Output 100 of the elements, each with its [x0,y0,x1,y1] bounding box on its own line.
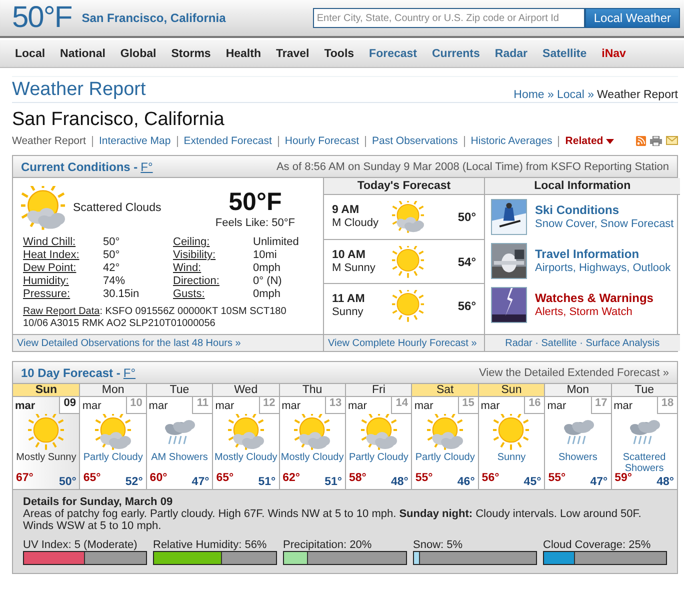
low-temperature: 47° [192,476,210,488]
info-link[interactable]: Snow Cover, [535,217,598,231]
date-number: 17 [590,397,611,414]
nav-link[interactable]: Global [120,48,156,60]
subnav-link[interactable]: Interactive Map [92,136,177,146]
sun-icon [392,246,424,278]
nav-link[interactable]: National [60,48,106,60]
weekday-label: Tue [146,384,212,397]
rss-icon[interactable] [636,136,646,146]
day-card[interactable]: Tue mar 18 Scattered Showers 59° 48° [610,384,677,490]
nav-link[interactable]: Storms [171,48,211,60]
day-card[interactable]: Tue mar 11 AM Showers 60° 47° [146,384,212,490]
day-card[interactable]: Wed mar 12 Mostly Cloudy 65° 51° [212,384,279,490]
month-label: mar [546,400,566,412]
nav-link[interactable]: Health [226,48,261,60]
stat-label[interactable]: Dew Point: [23,262,103,275]
stat-value: 0° (N) [253,275,283,288]
stat-label[interactable]: Pressure: [23,288,103,301]
high-temperature: 60° [150,472,168,486]
section-title: Current Conditions - [21,160,138,174]
day-card[interactable]: Fri mar 14 Partly Cloudy 58° 48° [345,384,412,490]
hour-time: 11 AM [332,292,366,306]
subnav-link[interactable]: Weather Report [12,136,92,146]
breadcrumb-link[interactable]: Home » [514,89,554,101]
info-title-link[interactable]: Travel Information [535,247,671,261]
stat-value: 74% [103,275,126,288]
day-condition: Showers [557,451,598,465]
unit-link[interactable]: F° [140,160,153,174]
meter-label: Cloud Coverage: 25% [543,539,652,551]
extended-forecast-link[interactable]: View the Detailed Extended Forecast » [479,366,669,378]
search-field[interactable]: Enter City, State, Country or U.S. Zip code or Airport Id [312,8,585,28]
hour-temperature: 50° [458,210,476,224]
stat-label[interactable]: Ceiling: [173,236,253,249]
maps-links[interactable]: Radar · Satellite · Surface Analysis [485,334,680,351]
stat-value: 50° [103,249,121,262]
info-link[interactable]: Highways, [578,261,630,275]
subnav-link[interactable]: Extended Forecast [176,136,278,146]
info-link[interactable]: Airports, [535,261,576,275]
day-card[interactable]: Sun mar 09 Mostly Sunny 67° 50° [13,384,80,490]
email-icon[interactable] [666,136,678,145]
day-card[interactable]: Thu mar 13 Mostly Cloudy 62° 51° [278,384,345,490]
stat-label[interactable]: Visibility: [173,249,253,262]
stat-label[interactable]: Wind: [173,262,253,275]
nav-link[interactable]: iNav [602,48,626,60]
info-title-link[interactable]: Ski Conditions [535,203,674,217]
stat-label[interactable]: Gusts: [173,288,253,301]
info-title-link[interactable]: Watches & Warnings [535,291,654,305]
raw-report-text: Raw Report Data: KSFO 091556Z 00000KT 10SM SCT180 10/06 A3015 RMK AO2 SLP210T01000056 [22,305,288,331]
info-link[interactable]: Outlook [632,261,671,275]
column-heading: Today's Forecast [324,178,484,195]
related-menu[interactable]: Related [558,136,620,146]
nav-link[interactable]: Currents [432,48,480,60]
info-link[interactable]: Alerts, [535,305,566,319]
month-label: mar [347,400,367,412]
breadcrumb-link[interactable]: Local » [556,89,594,101]
stat-label[interactable]: Humidity: [23,275,103,288]
print-icon[interactable] [650,136,662,146]
high-temperature: 55° [415,472,433,486]
subnav-link[interactable]: Hourly Forecast [278,136,365,146]
high-temperature: 65° [83,472,101,486]
nav-link[interactable]: Travel [276,48,310,60]
unit-link[interactable]: F° [123,366,136,380]
low-temperature: 51° [258,476,276,488]
day-condition: Mostly Sunny [15,451,78,465]
nav-link[interactable]: Forecast [369,48,417,60]
breadcrumb-link[interactable]: Weather Report [597,89,678,101]
day-card[interactable]: Sat mar 15 Partly Cloudy 55° 46° [411,384,478,490]
day-card[interactable]: Mon mar 10 Partly Cloudy 65° 52° [79,384,146,490]
stat-label[interactable]: Wind Chill: [23,236,103,249]
stat-label[interactable]: Direction: [173,275,253,288]
weekday-label: Mon [545,384,611,397]
info-link[interactable]: Snow Forecast [600,217,674,231]
subnav-link[interactable]: Historic Averages [464,136,558,146]
hour-time: 10 AM [332,248,366,262]
high-temperature: 55° [548,472,566,486]
nav-link[interactable]: Radar [494,48,528,60]
nav-link[interactable]: Satellite [542,48,587,60]
stat-label[interactable]: Heat Index: [23,249,103,262]
condition-text: Scattered Clouds [73,202,162,214]
month-label: mar [214,400,234,412]
raw-report-link[interactable]: Raw Report Data [23,306,100,317]
sun-cloud-icon [21,186,65,230]
date-number: 14 [391,397,412,414]
stat-value: 0mph [253,288,282,301]
weekday-label: Sat [412,384,478,397]
date-number: 13 [325,397,345,414]
subnav-link[interactable]: Past Observations [364,136,464,146]
date-number: 18 [657,397,677,414]
observations-link[interactable]: View Detailed Observations for the last 48 Hours » [13,334,323,351]
day-card[interactable]: Mon mar 17 Showers 55° 47° [544,384,611,490]
section-title: 10 Day Forecast - [21,366,120,380]
hourly-forecast-link[interactable]: View Complete Hourly Forecast » [324,334,484,351]
day-condition: Mostly Cloudy [213,451,278,465]
nav-link[interactable]: Local [15,48,46,60]
date-number: 15 [458,397,478,414]
day-condition: Mostly Cloudy [280,451,345,465]
local-weather-button[interactable]: Local Weather [584,8,680,28]
day-card[interactable]: Sun mar 16 Sunny 56° 45° [478,384,544,490]
nav-link[interactable]: Tools [324,48,354,60]
info-link[interactable]: Storm Watch [569,305,632,319]
